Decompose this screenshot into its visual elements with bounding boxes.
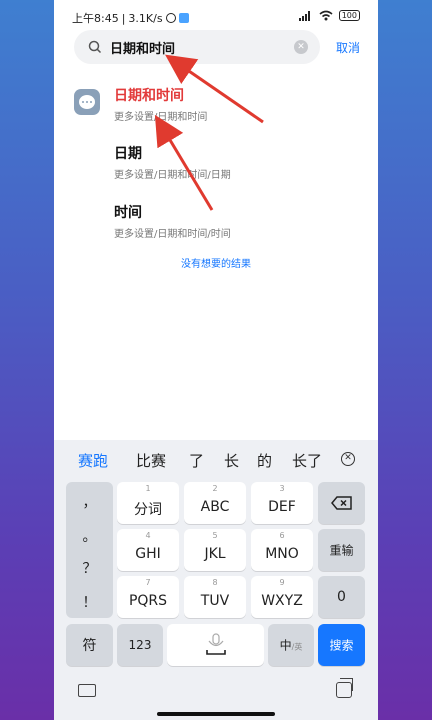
result-item-date[interactable]: 日期 更多设置/日期和时间/日期 [114,143,231,181]
phone-screen: 上午8:45 | 3.1K/s 100 ✕ 取消 [54,0,378,720]
keyboard-switch-icon[interactable] [78,684,96,697]
key-0[interactable]: 0 [318,576,365,618]
microphone-icon [206,633,226,655]
number-mode-key[interactable]: 123 [117,624,163,666]
reenter-key[interactable]: 重输 [318,529,365,571]
status-left: 上午8:45 | 3.1K/s [72,10,189,26]
key-3[interactable]: 3 DEF [251,482,313,524]
candidate-word[interactable]: 长 [224,450,239,471]
result-item-time[interactable]: 时间 更多设置/日期和时间/时间 [114,202,231,240]
result-path: 更多设置/日期和时间/日期 [114,170,231,181]
search-bar[interactable]: ✕ [74,30,320,64]
signal-icon [298,10,313,21]
battery-indicator: 100 [338,10,360,21]
candidate-word[interactable]: 的 [257,450,272,471]
alarm-icon [165,13,176,23]
result-title: 时间 [114,205,142,221]
wifi-icon [319,10,333,21]
result-title: 日期和时间 [114,88,184,104]
search-icon [88,40,102,54]
key-4[interactable]: 4 GHI [117,529,179,571]
key-7[interactable]: 7 PQRS [117,576,179,618]
result-path: 更多设置/日期和时间/时间 [114,229,231,240]
punctuation-column[interactable]: ， 。 ？ ！ [66,482,113,618]
candidate-word[interactable]: 比赛 [136,450,166,471]
candidate-word[interactable]: 长了 [292,450,322,471]
punct-key[interactable]: ， [66,492,113,512]
key-1[interactable]: 1 分词 [117,482,179,524]
backspace-key[interactable] [318,482,365,524]
status-bar: 上午8:45 | 3.1K/s 100 [54,0,378,34]
candidate-word[interactable]: 了 [189,450,204,471]
home-indicator[interactable] [157,712,275,716]
status-right: 100 [298,10,360,21]
status-time: 上午8:45 [72,12,119,25]
search-key[interactable]: 搜索 [318,624,365,666]
key-8[interactable]: 8 TUV [184,576,246,618]
result-path: 更多设置/日期和时间 [114,112,208,123]
key-5[interactable]: 5 JKL [184,529,246,571]
punct-key[interactable]: 。 [66,526,113,546]
punct-key[interactable]: ！ [66,592,113,612]
symbol-key[interactable]: 符 [66,624,113,666]
result-title: 日期 [114,146,142,162]
collapse-candidates-icon[interactable]: ✕ [341,452,355,466]
backspace-icon [331,496,352,510]
clear-search-icon[interactable]: ✕ [294,40,308,54]
network-speed: 3.1K/s [128,11,163,25]
key-6[interactable]: 6 MNO [251,529,313,571]
more-settings-app-icon [74,89,100,115]
space-key[interactable] [167,624,264,666]
app-notification-icon [178,13,189,23]
cancel-button[interactable]: 取消 [336,39,360,56]
candidate-bar: 赛跑 比赛 了 长 的 长了 ✕ [54,440,378,476]
result-item-date-and-time[interactable]: 日期和时间 更多设置/日期和时间 [114,85,207,123]
punct-key[interactable]: ？ [66,558,113,578]
candidate-word[interactable]: 赛跑 [78,450,108,471]
search-input[interactable] [110,37,280,57]
language-switch-key[interactable]: 中/英 [268,624,314,666]
key-9[interactable]: 9 WXYZ [251,576,313,618]
key-2[interactable]: 2 ABC [184,482,246,524]
no-result-link[interactable]: 没有想要的结果 [54,255,378,270]
clipboard-icon[interactable] [336,678,353,698]
